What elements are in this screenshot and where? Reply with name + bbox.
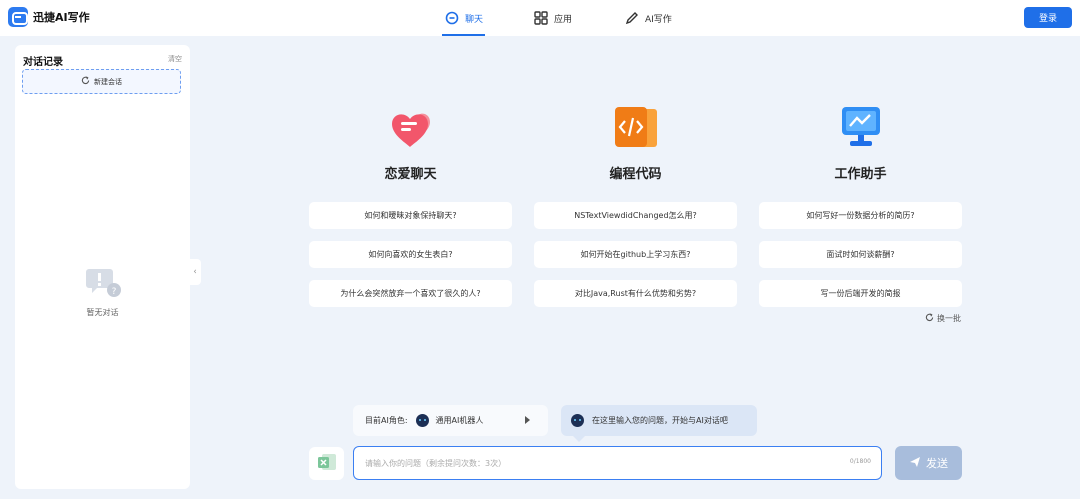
question-card[interactable]: 如何开始在github上学习东西? xyxy=(534,241,737,268)
category-coding: 编程代码 xyxy=(534,105,737,182)
logo-icon xyxy=(8,7,28,27)
question-card[interactable]: 如何写好一份数据分析的简历? xyxy=(759,202,962,229)
question-card[interactable]: 为什么会突然放弃一个喜欢了很久的人? xyxy=(309,280,512,307)
clear-history-button[interactable]: 清空 xyxy=(168,54,182,64)
refresh-questions-button[interactable]: 换一批 xyxy=(925,313,961,324)
top-header: 迅捷AI写作 聊天 应用 AI写作 登录 xyxy=(0,0,1080,36)
new-chat-button[interactable]: 新建会话 xyxy=(22,69,181,94)
logo[interactable]: 迅捷AI写作 xyxy=(8,7,90,27)
code-icon xyxy=(611,105,661,151)
question-card[interactable]: NSTextViewdidChanged怎么用? xyxy=(534,202,737,229)
send-button[interactable]: 发送 xyxy=(895,446,962,480)
role-name: 通用AI机器人 xyxy=(435,416,484,425)
role-label: 目前AI角色: xyxy=(365,416,408,425)
hint-text: 在这里输入您的问题，开始与AI对话吧 xyxy=(592,416,728,425)
apps-grid-icon xyxy=(533,11,548,26)
empty-state-text: 暂无对话 xyxy=(86,308,119,317)
hint-bubble: 在这里输入您的问题，开始与AI对话吧 xyxy=(561,405,757,442)
empty-chat-icon: ? xyxy=(85,267,121,299)
send-label: 发送 xyxy=(926,457,948,470)
category-title: 工作助手 xyxy=(834,167,887,182)
tab-ai-writing-label: AI写作 xyxy=(645,14,672,25)
empty-state: ? 暂无对话 xyxy=(15,267,190,318)
svg-text:?: ? xyxy=(111,287,116,297)
excel-icon xyxy=(316,452,338,476)
new-chat-label: 新建会话 xyxy=(94,77,122,86)
login-button[interactable]: 登录 xyxy=(1024,7,1072,28)
question-input-box: 0/1800 xyxy=(353,446,882,480)
robot-icon xyxy=(415,414,429,427)
send-icon xyxy=(909,456,921,471)
ai-role-selector[interactable]: 目前AI角色: 通用AI机器人 xyxy=(353,405,548,436)
question-input[interactable] xyxy=(365,455,805,471)
question-card[interactable]: 如何向喜欢的女生表白? xyxy=(309,241,512,268)
monitor-chart-icon xyxy=(836,105,886,151)
heart-chat-icon xyxy=(386,105,436,151)
chat-icon xyxy=(444,11,459,26)
conversation-sidebar: 对话记录 清空 新建会话 ? 暂无对话 xyxy=(15,45,190,489)
char-counter: 0/1800 xyxy=(849,458,871,465)
chevron-left-icon: ‹ xyxy=(193,267,197,277)
question-card[interactable]: 对比Java,Rust有什么优势和劣势? xyxy=(534,280,737,307)
refresh-label: 换一批 xyxy=(937,314,961,323)
tab-chat[interactable]: 聊天 xyxy=(441,0,486,36)
tab-ai-writing[interactable]: AI写作 xyxy=(624,0,672,36)
collapse-sidebar-button[interactable]: ‹ xyxy=(189,259,201,285)
tab-chat-label: 聊天 xyxy=(465,14,484,25)
question-card[interactable]: 如何和暧昧对象保持聊天? xyxy=(309,202,512,229)
question-card[interactable]: 写一份后端开发的简报 xyxy=(759,280,962,307)
robot-icon xyxy=(571,414,584,427)
category-romance: 恋爱聊天 xyxy=(309,105,512,182)
question-card[interactable]: 面试时如何谈薪酬? xyxy=(759,241,962,268)
tab-apps[interactable]: 应用 xyxy=(533,0,572,36)
category-work: 工作助手 xyxy=(759,105,962,182)
category-title: 编程代码 xyxy=(609,167,662,182)
tab-apps-label: 应用 xyxy=(554,14,573,25)
excel-upload-button[interactable] xyxy=(309,447,344,480)
logo-text: 迅捷AI写作 xyxy=(33,11,90,24)
caret-right-icon xyxy=(525,416,530,424)
category-title: 恋爱聊天 xyxy=(384,167,437,182)
refresh-icon xyxy=(81,76,90,87)
refresh-icon xyxy=(925,313,934,324)
sidebar-title: 对话记录 xyxy=(23,57,63,68)
pen-icon xyxy=(624,11,639,26)
